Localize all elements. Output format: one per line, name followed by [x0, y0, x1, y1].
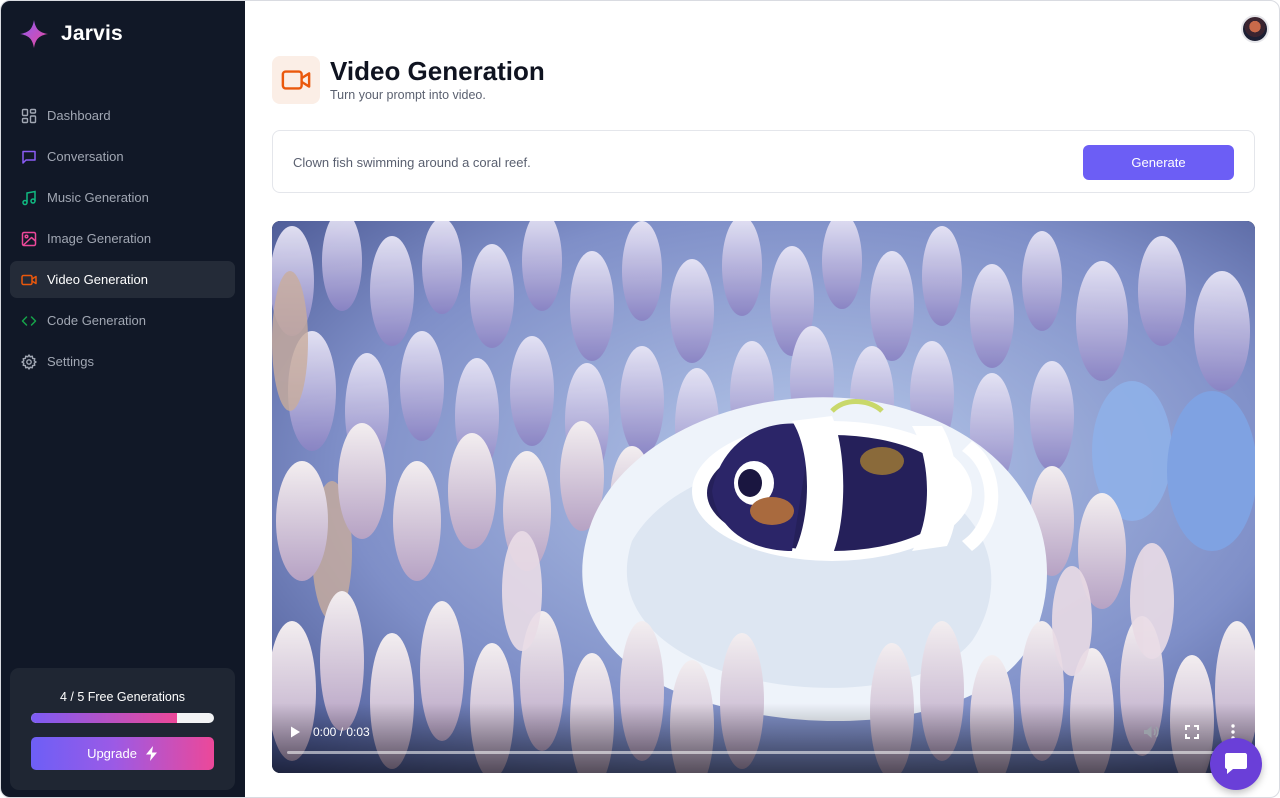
code-icon	[21, 315, 37, 326]
lightning-icon	[145, 746, 157, 761]
page-title: Video Generation	[330, 56, 545, 86]
app-window: Jarvis Dashboard Conversation Music Gene…	[0, 0, 1280, 798]
video-time: 0:00 / 0:03	[313, 725, 370, 739]
chat-support-button[interactable]	[1210, 738, 1262, 790]
video-frame-clownfish-coral	[272, 221, 1255, 773]
prompt-input[interactable]	[293, 152, 1053, 172]
usage-card: 4 / 5 Free Generations Upgrade	[10, 668, 235, 790]
sidebar-item-image-generation[interactable]: Image Generation	[10, 220, 235, 257]
fullscreen-icon[interactable]	[1184, 724, 1200, 740]
sidebar-item-label: Code Generation	[47, 313, 147, 328]
settings-icon	[21, 353, 37, 370]
video-icon	[21, 274, 37, 285]
sidebar-item-label: Image Generation	[47, 231, 152, 246]
music-icon	[22, 190, 36, 205]
play-icon[interactable]	[288, 725, 302, 739]
sidebar-item-video-generation[interactable]: Video Generation	[10, 261, 235, 298]
chat-bubble-icon	[1225, 753, 1247, 774]
sidebar-nav: Dashboard Conversation Music Generation …	[10, 97, 235, 384]
video-controls-overlay	[272, 703, 1255, 773]
sidebar-item-conversation[interactable]: Conversation	[10, 138, 235, 175]
message-square-icon	[22, 150, 36, 164]
upgrade-button[interactable]: Upgrade	[31, 737, 214, 770]
prompt-form: Generate	[272, 130, 1255, 193]
video-player[interactable]: 0:00 / 0:03	[272, 221, 1255, 773]
sidebar-item-music-generation[interactable]: Music Generation	[10, 179, 235, 216]
image-icon	[21, 231, 37, 246]
sidebar-item-label: Dashboard	[47, 108, 111, 123]
header-icon-container	[272, 56, 320, 104]
sidebar-item-settings[interactable]: Settings	[10, 343, 235, 380]
brand[interactable]: Jarvis	[19, 19, 123, 49]
sidebar-item-dashboard[interactable]: Dashboard	[10, 97, 235, 134]
page-subtitle: Turn your prompt into video.	[330, 88, 486, 102]
volume-icon[interactable]	[1142, 723, 1160, 741]
video-seek-bar[interactable]	[287, 751, 1223, 754]
sidebar-item-label: Music Generation	[47, 190, 149, 205]
sparkle-logo-icon	[20, 20, 48, 48]
sidebar: Jarvis Dashboard Conversation Music Gene…	[1, 1, 245, 797]
sidebar-item-code-generation[interactable]: Code Generation	[10, 302, 235, 339]
sidebar-item-label: Settings	[47, 354, 94, 369]
sidebar-item-label: Conversation	[47, 149, 124, 164]
user-avatar[interactable]	[1241, 15, 1269, 43]
video-icon	[281, 70, 311, 90]
generate-button[interactable]: Generate	[1083, 145, 1234, 180]
usage-counter: 4 / 5 Free Generations	[59, 690, 186, 704]
usage-progress-bar	[31, 713, 214, 723]
usage-progress-fill	[31, 713, 178, 723]
sidebar-item-label: Video Generation	[47, 272, 148, 287]
upgrade-label: Upgrade	[87, 746, 137, 761]
brand-name: Jarvis	[61, 22, 123, 45]
dashboard-icon	[21, 108, 37, 123]
